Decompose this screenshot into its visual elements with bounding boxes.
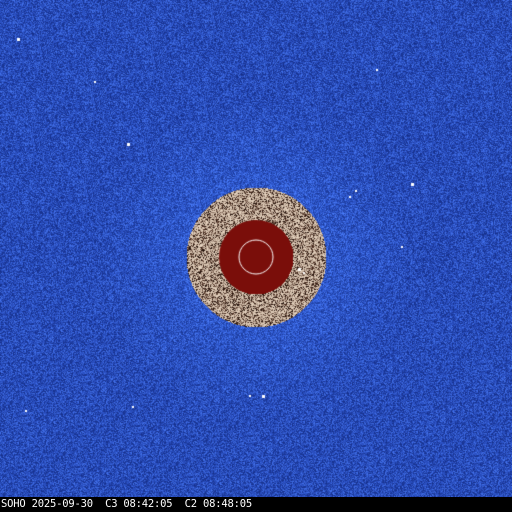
coronagraph-image (0, 0, 512, 512)
caption-bar: SOHO 2025-09-30 C3 08:42:05 C2 08:48:05 (0, 497, 512, 512)
coronagraph-frame: SOHO 2025-09-30 C3 08:42:05 C2 08:48:05 (0, 0, 512, 512)
timestamp-caption: SOHO 2025-09-30 C3 08:42:05 C2 08:48:05 (1, 498, 252, 510)
